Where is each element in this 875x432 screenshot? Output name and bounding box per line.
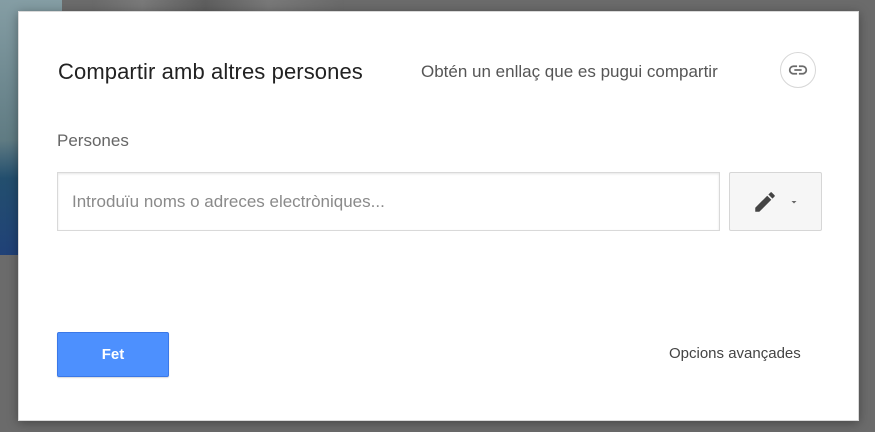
permission-dropdown-button[interactable] (729, 172, 822, 231)
chevron-down-icon (788, 196, 800, 208)
people-label: Persones (57, 131, 129, 150)
share-dialog: Compartir amb altres persones Obtén un e… (18, 11, 859, 421)
advanced-options-link[interactable]: Opcions avançades (669, 345, 801, 362)
link-icon (787, 59, 809, 81)
dialog-title: Compartir amb altres persones (58, 59, 363, 84)
people-input[interactable] (57, 172, 720, 231)
get-shareable-link-text[interactable]: Obtén un enllaç que es pugui compartir (421, 62, 718, 82)
done-button[interactable]: Fet (57, 332, 169, 377)
pencil-icon (752, 189, 778, 215)
get-link-button[interactable] (780, 52, 816, 88)
